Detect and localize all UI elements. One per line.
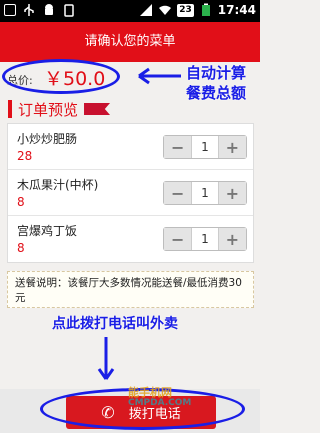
annotation-oval-total (2, 59, 120, 94)
usb-icon (24, 4, 34, 16)
item-name: 宫爆鸡丁饭 (17, 224, 78, 238)
item-price: 28 (17, 149, 33, 163)
quantity-stepper: − 1 + (163, 181, 247, 205)
clipboard-icon (64, 4, 74, 17)
order-section-title: 订单预览 (18, 100, 79, 119)
quantity-value: 1 (191, 182, 219, 204)
item-price: 8 (17, 241, 25, 255)
annotation-auto-calc: 自动计算 (186, 64, 247, 82)
status-bar: 23 17:44 (0, 0, 260, 22)
plus-button[interactable]: + (218, 136, 246, 158)
section-marker (8, 100, 12, 118)
quantity-value: 1 (191, 228, 219, 250)
plus-button[interactable]: + (218, 182, 246, 204)
clock: 17:44 (217, 3, 256, 17)
minus-button[interactable]: − (164, 182, 192, 204)
quantity-stepper: − 1 + (163, 135, 247, 159)
notification-icon (4, 4, 16, 16)
delivery-note: 送餐说明：该餐厅大多数情况能送餐/最低消费30元 (7, 271, 254, 308)
android-icon (45, 4, 53, 15)
quantity-value: 1 (191, 136, 219, 158)
page-title: 请确认您的菜单 (0, 22, 260, 62)
ribbon-icon (84, 103, 111, 115)
wifi-icon (159, 5, 172, 15)
battery-level-badge: 23 (177, 3, 194, 17)
signal-icon (140, 4, 153, 16)
annotation-call-hint: 点此拨打电话叫外卖 (52, 316, 178, 332)
watermark-site: CMPDA.COM (128, 398, 192, 408)
app-screen: 23 17:44 请确认您的菜单 总价: ￥50.0 自动计算 餐费总额 订单预… (0, 0, 260, 433)
quantity-stepper: − 1 + (163, 227, 247, 251)
item-name: 木瓜果汁(中杯) (17, 178, 99, 192)
arrow-icon (138, 67, 181, 85)
item-name: 小炒炒肥肠 (17, 132, 78, 146)
list-item: 木瓜果汁(中杯) 8 − 1 + (8, 170, 253, 216)
minus-button[interactable]: − (164, 136, 192, 158)
watermark-brand: 能手机网 (128, 386, 172, 399)
list-item: 宫爆鸡丁饭 8 − 1 + (8, 216, 253, 262)
minus-button[interactable]: − (164, 228, 192, 250)
list-item: 小炒炒肥肠 28 − 1 + (8, 124, 253, 170)
annotation-meal-total: 餐费总额 (186, 84, 247, 102)
arrow-down-icon (97, 337, 115, 380)
order-section-header: 订单预览 (8, 98, 111, 120)
item-price: 8 (17, 195, 25, 209)
battery-icon (201, 3, 210, 16)
watermark: 能手机网 CMPDA.COM (128, 386, 192, 408)
order-list: 小炒炒肥肠 28 − 1 + 木瓜果汁(中杯) 8 − 1 + 宫爆鸡丁饭 8 … (7, 123, 254, 263)
plus-button[interactable]: + (218, 228, 246, 250)
